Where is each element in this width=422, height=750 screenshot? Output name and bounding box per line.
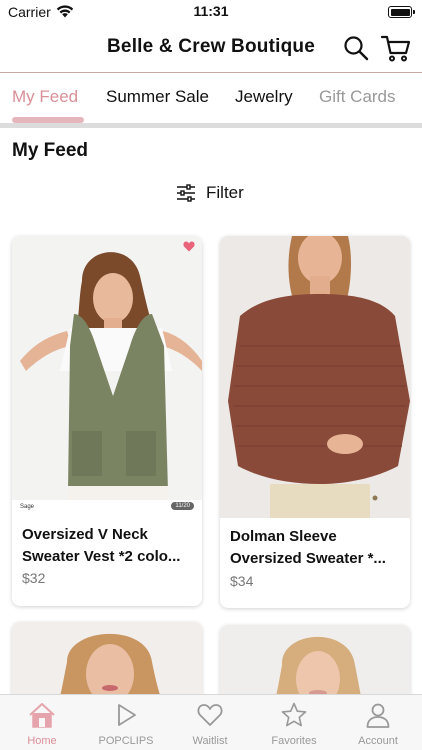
tabbar-account[interactable]: Account: [336, 695, 420, 750]
tabbar-home[interactable]: Home: [0, 695, 84, 750]
image-count-badge: 11/20: [171, 502, 194, 510]
product-name: Oversized V Neck Sweater Vest *2 colo...: [22, 526, 181, 565]
favorite-heart-icon[interactable]: [183, 241, 195, 252]
cart-icon[interactable]: [380, 32, 412, 64]
tabbar-label: Home: [27, 735, 57, 747]
filter-label: Filter: [206, 183, 244, 202]
search-icon[interactable]: [342, 34, 370, 62]
product-name: Dolman Sleeve Oversized Sweater *...: [230, 528, 386, 567]
bottom-tab-bar: Home POPCLIPS Waitlist Favorites Account: [0, 694, 422, 750]
product-card[interactable]: Dolman Sleeve Oversized Sweater *... $34: [220, 236, 410, 608]
product-image: [220, 236, 410, 518]
filter-button[interactable]: Filter: [176, 181, 244, 205]
category-tabs: My Feed Summer Sale Jewelry Gift Cards: [0, 72, 422, 126]
battery-icon: [388, 6, 415, 18]
filter-icon: [177, 184, 195, 202]
person-icon: [366, 703, 390, 728]
tab-summer-sale[interactable]: Summer Sale: [106, 87, 209, 107]
tabbar-label: Account: [358, 735, 398, 747]
app-header: Belle & Crew Boutique: [0, 24, 422, 72]
page-title: My Feed: [12, 140, 89, 161]
status-time: 11:31: [193, 3, 229, 19]
star-icon: [281, 702, 307, 727]
product-image: [12, 236, 202, 500]
tabbar-waitlist[interactable]: Waitlist: [168, 695, 252, 750]
status-bar: Carrier 11:31: [0, 0, 422, 24]
tabbar-popclips[interactable]: POPCLIPS: [84, 695, 168, 750]
home-icon: [29, 703, 55, 728]
tabbar-label: POPCLIPS: [98, 735, 154, 747]
product-price: $34: [230, 573, 254, 589]
tab-gift-cards[interactable]: Gift Cards: [319, 87, 396, 107]
app-title-text: Belle & Crew Boutique: [107, 36, 315, 57]
tab-jewelry[interactable]: Jewelry: [235, 87, 293, 107]
tabbar-label: Waitlist: [192, 735, 228, 747]
product-price: $32: [22, 570, 46, 586]
tabbar-favorites[interactable]: Favorites: [252, 695, 336, 750]
tabbar-label: Favorites: [271, 735, 317, 747]
play-icon: [118, 704, 136, 726]
tab-my-feed[interactable]: My Feed: [12, 87, 78, 107]
product-card[interactable]: Sage 11/20 Oversized V Neck Sweater Vest…: [12, 236, 202, 606]
section-divider: [0, 123, 422, 128]
heart-icon: [197, 704, 223, 726]
